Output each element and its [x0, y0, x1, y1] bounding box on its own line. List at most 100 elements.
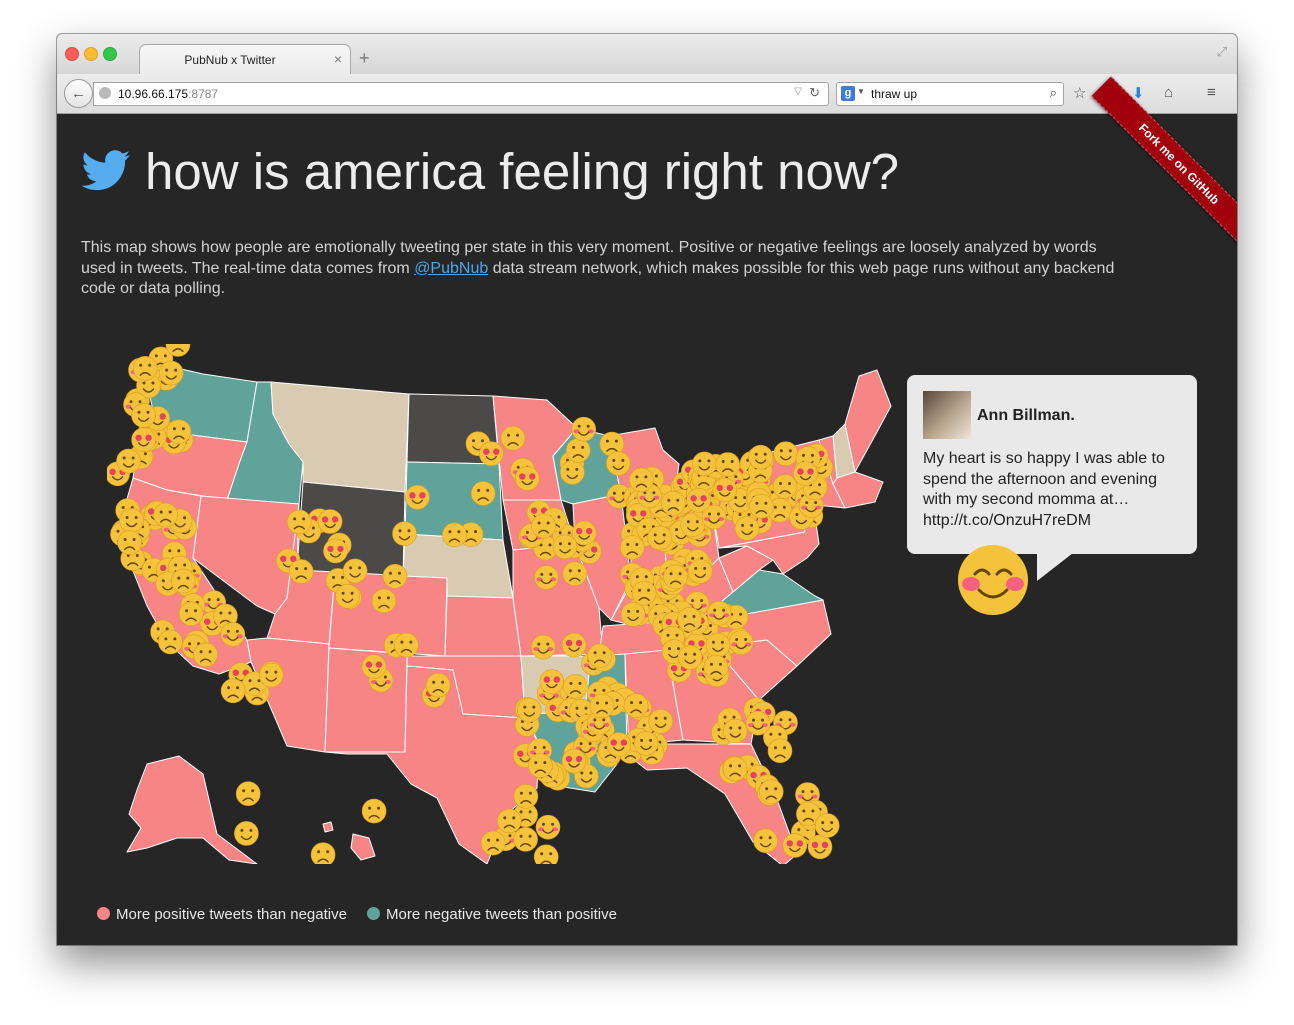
legend-negative: More negative tweets than positive — [367, 906, 617, 923]
state-hi — [350, 833, 376, 861]
legend-positive: More positive tweets than negative — [97, 906, 347, 923]
emoji-marker-smile — [647, 525, 673, 551]
pubnub-link[interactable]: @PubNub — [414, 260, 488, 277]
emoji-marker-angry — [496, 808, 522, 834]
emoji-marker-angry — [286, 509, 312, 535]
zoom-window-button[interactable] — [103, 47, 117, 61]
emoji-marker-heart — [361, 654, 387, 679]
emoji-marker-heart — [782, 833, 808, 858]
emoji-marker-smile — [552, 534, 578, 560]
emoji-marker-smile — [234, 821, 259, 846]
emoji-marker-angry — [587, 643, 612, 669]
emoji-marker-angry — [310, 842, 336, 864]
emoji-marker-blush — [220, 621, 246, 647]
emoji-marker-smile — [753, 828, 778, 854]
emoji-marker-heart — [131, 427, 156, 453]
browser-window: PubNub x Twitter × + ⤢ ← 10.96.66.175:87… — [57, 34, 1237, 945]
emoji-marker-sad — [663, 564, 688, 590]
emoji-marker-sad — [565, 438, 591, 463]
emoji-marker-blush — [530, 634, 556, 660]
emoji-marker-angry — [619, 535, 645, 560]
emoji-marker-angry — [715, 452, 741, 477]
emoji-marker-angry — [394, 632, 419, 658]
reload-icon[interactable]: ↻ — [809, 85, 820, 101]
emoji-marker-smile — [119, 508, 144, 533]
emoji-marker-heart — [712, 477, 738, 503]
emoji-marker-sad — [442, 522, 467, 548]
emoji-marker-sad — [166, 419, 192, 444]
state-hi-small — [322, 821, 334, 833]
url-text[interactable]: 10.96.66.175:8787 — [118, 87, 218, 101]
emoji-marker-blush — [728, 630, 754, 655]
url-host: 10.96.66.175 — [118, 87, 189, 101]
bubble-tail — [1037, 553, 1073, 581]
emoji-marker-sad — [153, 502, 179, 528]
emoji-marker-angry — [470, 481, 496, 506]
fullscreen-icon[interactable]: ⤢ — [1217, 44, 1227, 60]
legend-positive-label: More positive tweets than negative — [116, 906, 347, 923]
tab-title: PubNub x Twitter — [184, 53, 276, 67]
emoji-marker-sad — [480, 830, 506, 856]
emoji-marker-heart — [317, 509, 343, 534]
tab-close-icon[interactable]: × — [334, 51, 342, 67]
emoji-marker-smile — [722, 718, 748, 744]
url-port: :8787 — [188, 87, 219, 101]
emoji-marker-smile — [559, 460, 585, 485]
search-bar[interactable]: g ▼ thraw up ⌕ — [836, 82, 1064, 106]
blush-face-icon — [958, 545, 1028, 615]
emoji-marker-heart — [514, 466, 540, 491]
emoji-marker-angry — [527, 753, 553, 778]
history-dropdown-icon[interactable]: ▽ — [794, 86, 802, 97]
emoji-marker-smile — [620, 602, 646, 627]
emoji-marker-heart — [807, 834, 833, 860]
new-tab-button[interactable]: + — [359, 48, 370, 69]
emoji-marker-smile — [335, 584, 360, 609]
emoji-marker-heart — [606, 732, 632, 757]
emoji-marker-angry — [235, 781, 261, 807]
emoji-marker-blush — [706, 600, 732, 626]
emoji-marker-sad — [371, 588, 397, 614]
emoji-marker-angry — [513, 826, 538, 852]
emoji-marker-sad — [722, 756, 748, 782]
emoji-marker-sad — [562, 561, 588, 586]
globe-icon — [99, 87, 111, 99]
emoji-marker-smile — [734, 516, 760, 541]
browser-tab[interactable]: PubNub x Twitter × — [139, 44, 351, 75]
emoji-marker-angry — [623, 693, 649, 718]
tweet-bubble: Ann Billman. My heart is so happy I was … — [907, 375, 1197, 581]
search-icon[interactable]: ⌕ — [1050, 85, 1057, 101]
emoji-marker-angry — [158, 629, 183, 655]
close-window-button[interactable] — [65, 47, 79, 61]
emoji-marker-smile — [773, 441, 799, 466]
minimize-window-button[interactable] — [84, 47, 98, 61]
emoji-marker-smile — [705, 632, 731, 658]
emoji-marker-angry — [361, 798, 387, 824]
positive-dot-icon — [97, 907, 110, 920]
state-ak — [126, 755, 258, 864]
emoji-marker-smile — [633, 731, 659, 756]
page-content: how is america feeling right now? This m… — [57, 76, 1237, 945]
emoji-marker-smile — [342, 558, 368, 584]
emoji-marker-angry — [629, 467, 654, 493]
google-icon[interactable]: g — [841, 86, 855, 101]
search-query[interactable]: thraw up — [871, 87, 917, 101]
emoji-marker-heart — [793, 461, 818, 486]
emoji-marker-heart — [539, 669, 565, 694]
address-bar[interactable]: 10.96.66.175:8787 ▽ ↻ — [93, 82, 829, 106]
emoji-marker-heart — [686, 488, 711, 513]
state-me — [844, 369, 892, 473]
emoji-marker-sad — [132, 355, 158, 381]
emoji-marker-angry — [171, 568, 196, 594]
negative-dot-icon — [367, 907, 380, 920]
menu-icon[interactable]: ≡ — [1207, 84, 1216, 101]
home-icon[interactable]: ⌂ — [1164, 84, 1173, 101]
bookmark-star-icon[interactable]: ☆ — [1073, 84, 1086, 102]
emoji-marker-sad — [193, 642, 218, 668]
emoji-marker-smile — [516, 697, 542, 723]
emoji-marker-smile — [259, 662, 284, 688]
tweet-text: My heart is so happy I was able to spend… — [923, 450, 1165, 529]
emoji-marker-smile — [814, 813, 840, 838]
back-button[interactable]: ← — [64, 79, 93, 108]
search-engine-dropdown-icon[interactable]: ▼ — [857, 87, 865, 96]
emoji-marker-smile — [648, 708, 674, 734]
